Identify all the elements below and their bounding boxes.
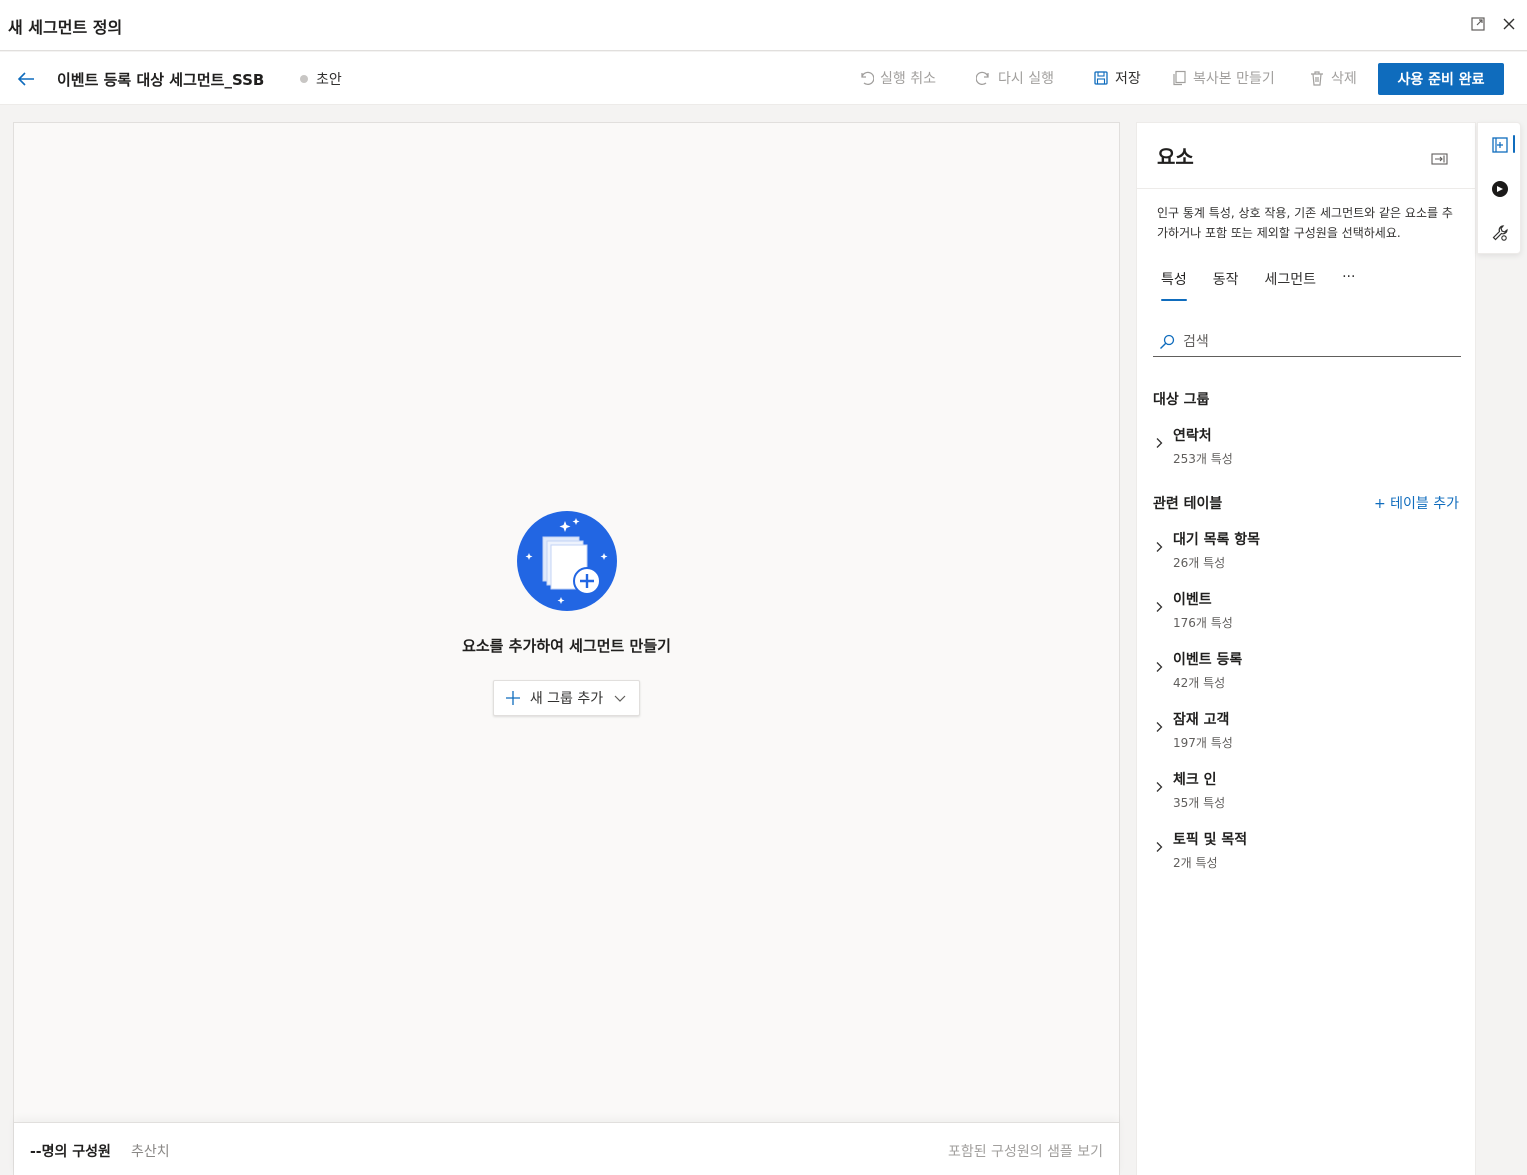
undo-label: 실행 취소 xyxy=(880,71,936,87)
plus-icon xyxy=(505,691,520,705)
tab-more[interactable]: ··· xyxy=(1334,263,1363,301)
entity-topic-and-purpose[interactable]: 토픽 및 목적 2개 특성 xyxy=(1153,829,1461,879)
add-elements-illustration-icon xyxy=(516,511,617,611)
tab-attributes[interactable]: 특성 xyxy=(1153,263,1195,301)
delete-button[interactable]: 삭제 xyxy=(1309,68,1357,88)
chevron-right-icon xyxy=(1156,782,1163,792)
search-icon xyxy=(1160,334,1175,349)
side-rail xyxy=(1477,122,1521,254)
entity-attribute-count: 197개 특성 xyxy=(1173,736,1233,750)
ready-to-use-button[interactable]: 사용 준비 완료 xyxy=(1378,63,1504,95)
window-title: 새 세그먼트 정의 xyxy=(8,18,123,37)
redo-icon xyxy=(976,71,989,86)
elements-panel: 요소 인구 통계 특성, 상호 작용, 기존 세그먼트와 같은 요소를 추가하거… xyxy=(1136,122,1476,1175)
trash-icon xyxy=(1311,71,1323,86)
entity-attribute-count: 42개 특성 xyxy=(1173,676,1226,690)
status-dot-icon xyxy=(300,75,308,83)
elements-icon[interactable] xyxy=(1488,133,1512,157)
entity-name: 이벤트 xyxy=(1173,592,1212,608)
redo-label: 다시 실행 xyxy=(998,71,1054,87)
chevron-right-icon xyxy=(1156,438,1163,448)
add-new-group-button[interactable]: 새 그룹 추가 xyxy=(492,680,641,716)
entity-waitlist-item[interactable]: 대기 목록 항목 26개 특성 xyxy=(1153,529,1461,579)
entity-attribute-count: 2개 특성 xyxy=(1173,856,1218,870)
add-new-group-label: 새 그룹 추가 xyxy=(529,691,604,707)
entity-name: 연락처 xyxy=(1173,428,1212,444)
copilot-icon[interactable] xyxy=(1488,177,1512,201)
member-count: --명의 구성원 xyxy=(30,1144,111,1160)
redo-button[interactable]: 다시 실행 xyxy=(976,68,1054,88)
chevron-right-icon xyxy=(1156,662,1163,672)
save-button[interactable]: 저장 xyxy=(1093,68,1141,88)
panel-title: 요소 xyxy=(1157,145,1194,169)
entity-lead[interactable]: 잠재 고객 197개 특성 xyxy=(1153,709,1461,759)
panel-header: 요소 xyxy=(1137,123,1475,189)
search-input[interactable] xyxy=(1183,333,1453,350)
settings-tools-icon[interactable] xyxy=(1488,221,1512,245)
entity-attribute-count: 176개 특성 xyxy=(1173,616,1233,630)
entity-attribute-count: 26개 특성 xyxy=(1173,556,1226,570)
entity-name: 잠재 고객 xyxy=(1173,712,1230,728)
member-count-bar: --명의 구성원 추산치 포함된 구성원의 샘플 보기 xyxy=(14,1122,1119,1175)
duplicate-button[interactable]: 복사본 만들기 xyxy=(1171,68,1275,88)
back-arrow-icon[interactable] xyxy=(15,68,37,90)
panel-tabs: 특성 동작 세그먼트 ··· xyxy=(1153,263,1373,301)
view-sample-members-link[interactable]: 포함된 구성원의 샘플 보기 xyxy=(948,1141,1103,1161)
command-bar: 이벤트 등록 대상 세그먼트_SSB 초안 실행 취소 다시 실행 저장 복사본… xyxy=(0,52,1527,105)
related-tables-section-title: 관련 테이블 xyxy=(1153,496,1223,512)
tab-segments[interactable]: 세그먼트 xyxy=(1257,263,1325,301)
chevron-right-icon xyxy=(1156,542,1163,552)
status-label: 초안 xyxy=(316,72,342,88)
title-bar: 새 세그먼트 정의 xyxy=(0,0,1527,51)
duplicate-label: 복사본 만들기 xyxy=(1193,71,1275,87)
entity-name: 이벤트 등록 xyxy=(1173,652,1243,668)
entity-name: 토픽 및 목적 xyxy=(1173,832,1248,848)
entity-attribute-count: 253개 특성 xyxy=(1173,452,1233,466)
entity-attribute-count: 35개 특성 xyxy=(1173,796,1226,810)
entity-name: 대기 목록 항목 xyxy=(1173,532,1261,548)
chevron-right-icon xyxy=(1156,842,1163,852)
entity-check-in[interactable]: 체크 인 35개 특성 xyxy=(1153,769,1461,819)
entity-event[interactable]: 이벤트 176개 특성 xyxy=(1153,589,1461,639)
panel-description: 인구 통계 특성, 상호 작용, 기존 세그먼트와 같은 요소를 추가하거나 포… xyxy=(1157,206,1453,240)
entity-contact[interactable]: 연락처 253개 특성 xyxy=(1153,425,1461,475)
segment-name: 이벤트 등록 대상 세그먼트_SSB xyxy=(57,71,265,89)
copy-icon xyxy=(1173,70,1186,86)
tab-behaviors[interactable]: 동작 xyxy=(1205,263,1247,301)
chevron-right-icon xyxy=(1156,722,1163,732)
chevron-down-icon xyxy=(614,695,626,702)
undo-button[interactable]: 실행 취소 xyxy=(858,68,936,88)
expand-icon[interactable] xyxy=(1469,15,1487,33)
segment-canvas: 요소를 추가하여 세그먼트 만들기 새 그룹 추가 xyxy=(13,122,1120,1175)
save-label: 저장 xyxy=(1115,71,1141,87)
empty-state: 요소를 추가하여 세그먼트 만들기 새 그룹 추가 xyxy=(14,511,1119,716)
save-icon xyxy=(1094,71,1108,85)
entity-event-registration[interactable]: 이벤트 등록 42개 특성 xyxy=(1153,649,1461,699)
status-badge: 초안 xyxy=(300,69,342,89)
undo-icon xyxy=(861,71,874,86)
active-rail-indicator xyxy=(1513,135,1515,153)
close-icon[interactable] xyxy=(1500,15,1518,33)
chevron-right-icon xyxy=(1156,602,1163,612)
entity-name: 체크 인 xyxy=(1173,772,1217,788)
audience-section-title: 대상 그룹 xyxy=(1153,392,1210,408)
search-box xyxy=(1153,327,1461,357)
delete-label: 삭제 xyxy=(1331,71,1357,87)
empty-state-title: 요소를 추가하여 세그먼트 만들기 xyxy=(462,637,671,655)
collapse-panel-icon[interactable] xyxy=(1431,151,1449,170)
add-table-link[interactable]: + 테이블 추가 xyxy=(1374,493,1459,513)
estimate-label: 추산치 xyxy=(131,1144,170,1160)
